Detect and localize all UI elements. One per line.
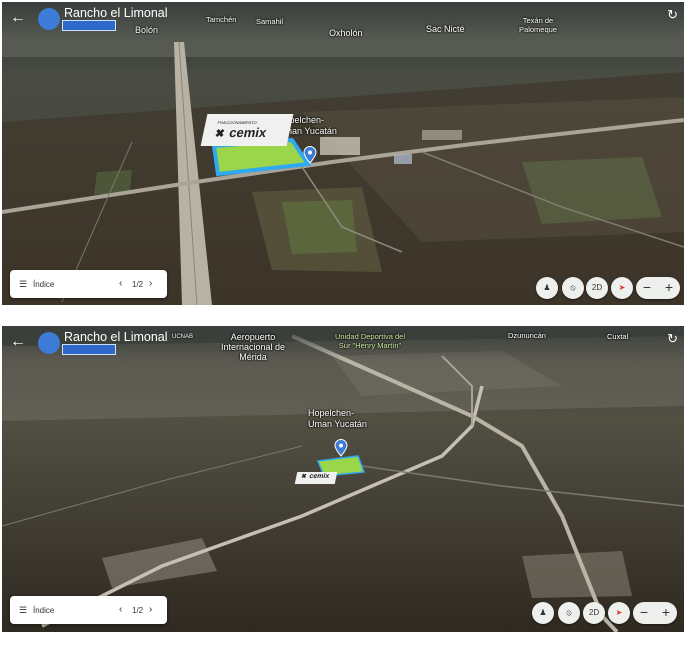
- satellite-terrain: [2, 2, 684, 305]
- index-navigator: ☰ Índice ‹ 1/2 ›: [10, 596, 167, 624]
- cemix-icon: ✖: [300, 474, 307, 480]
- minus-icon[interactable]: −: [636, 277, 658, 299]
- map-view-top[interactable]: ← Rancho el Limonal ↻ Tamchén Samahil Bo…: [2, 2, 684, 305]
- chevron-left-icon[interactable]: ‹: [119, 278, 122, 289]
- place-label-samahil: Samahil: [256, 17, 284, 26]
- project-title: Rancho el Limonal: [64, 330, 168, 344]
- chevron-right-icon[interactable]: ›: [149, 604, 152, 615]
- pegman-icon[interactable]: ♟: [532, 602, 554, 624]
- index-label[interactable]: Índice: [33, 606, 54, 615]
- logo-brand: cemix: [227, 125, 268, 140]
- plus-icon[interactable]: +: [658, 277, 680, 299]
- pegman-icon[interactable]: ♟: [536, 277, 558, 299]
- project-title: Rancho el Limonal: [64, 6, 168, 20]
- location-pin-icon[interactable]: [334, 438, 348, 458]
- avatar: [38, 332, 60, 354]
- index-label[interactable]: Índice: [33, 280, 54, 289]
- list-icon[interactable]: ☰: [19, 605, 27, 616]
- place-label-sac-nicte: Sac Nicté: [426, 24, 465, 34]
- view-2d-button[interactable]: 2D: [586, 277, 608, 299]
- tilt-icon[interactable]: ⦸: [558, 602, 580, 624]
- minus-icon[interactable]: −: [633, 602, 655, 624]
- back-arrow-icon[interactable]: ←: [10, 332, 26, 352]
- place-label-tamchen: Tamchén: [206, 15, 237, 24]
- subtitle-box: [62, 20, 116, 31]
- compass-icon[interactable]: ➤: [608, 602, 630, 624]
- chevron-right-icon[interactable]: ›: [149, 278, 152, 289]
- location-pin-icon[interactable]: [303, 146, 317, 164]
- refresh-icon[interactable]: ↻: [667, 7, 678, 23]
- site-label: Hopelchen-Uman Yucatán: [308, 408, 367, 429]
- chevron-left-icon[interactable]: ‹: [119, 604, 122, 615]
- page-indicator: 1/2: [132, 606, 144, 615]
- place-label-oxholon: Oxholón: [329, 28, 363, 38]
- zoom-control: − +: [633, 602, 677, 624]
- place-label-bolon: Bolón: [135, 25, 159, 35]
- cemix-logo-board: ✖ cemix: [294, 472, 338, 484]
- place-label-cuxtal: Cuxtal: [607, 332, 629, 341]
- place-label-ucnab: UCNAB: [172, 334, 194, 340]
- page-indicator: 1/2: [132, 280, 144, 289]
- index-navigator: ☰ Índice ‹ 1/2 ›: [10, 270, 167, 298]
- tilt-icon[interactable]: ⦸: [562, 277, 584, 299]
- back-arrow-icon[interactable]: ←: [10, 8, 26, 28]
- place-label-dzununcan: Dzununcán: [508, 331, 546, 340]
- plus-icon[interactable]: +: [655, 602, 677, 624]
- zoom-control: − +: [636, 277, 680, 299]
- subtitle-box: [62, 344, 116, 355]
- logo-brand: cemix: [308, 473, 330, 480]
- place-label-texan: Texán de Palomeque: [519, 16, 557, 34]
- map-view-bottom[interactable]: ← Rancho el Limonal ↻ UCNAB Aeropuerto I…: [2, 326, 684, 632]
- cemix-logo-board: FRACCIONAMIENTO ✖ cemix: [200, 114, 294, 146]
- avatar: [38, 8, 60, 30]
- refresh-icon[interactable]: ↻: [667, 331, 678, 347]
- view-2d-button[interactable]: 2D: [583, 602, 605, 624]
- cemix-icon: ✖: [213, 128, 226, 140]
- place-label-unidad-deportiva: Unidad Deportiva del Sur "Henry Martín": [334, 332, 406, 350]
- list-icon[interactable]: ☰: [19, 279, 27, 290]
- satellite-terrain: [2, 326, 684, 632]
- compass-icon[interactable]: ➤: [611, 277, 633, 299]
- place-label-airport: Aeropuerto Internacional de Mérida: [220, 332, 286, 362]
